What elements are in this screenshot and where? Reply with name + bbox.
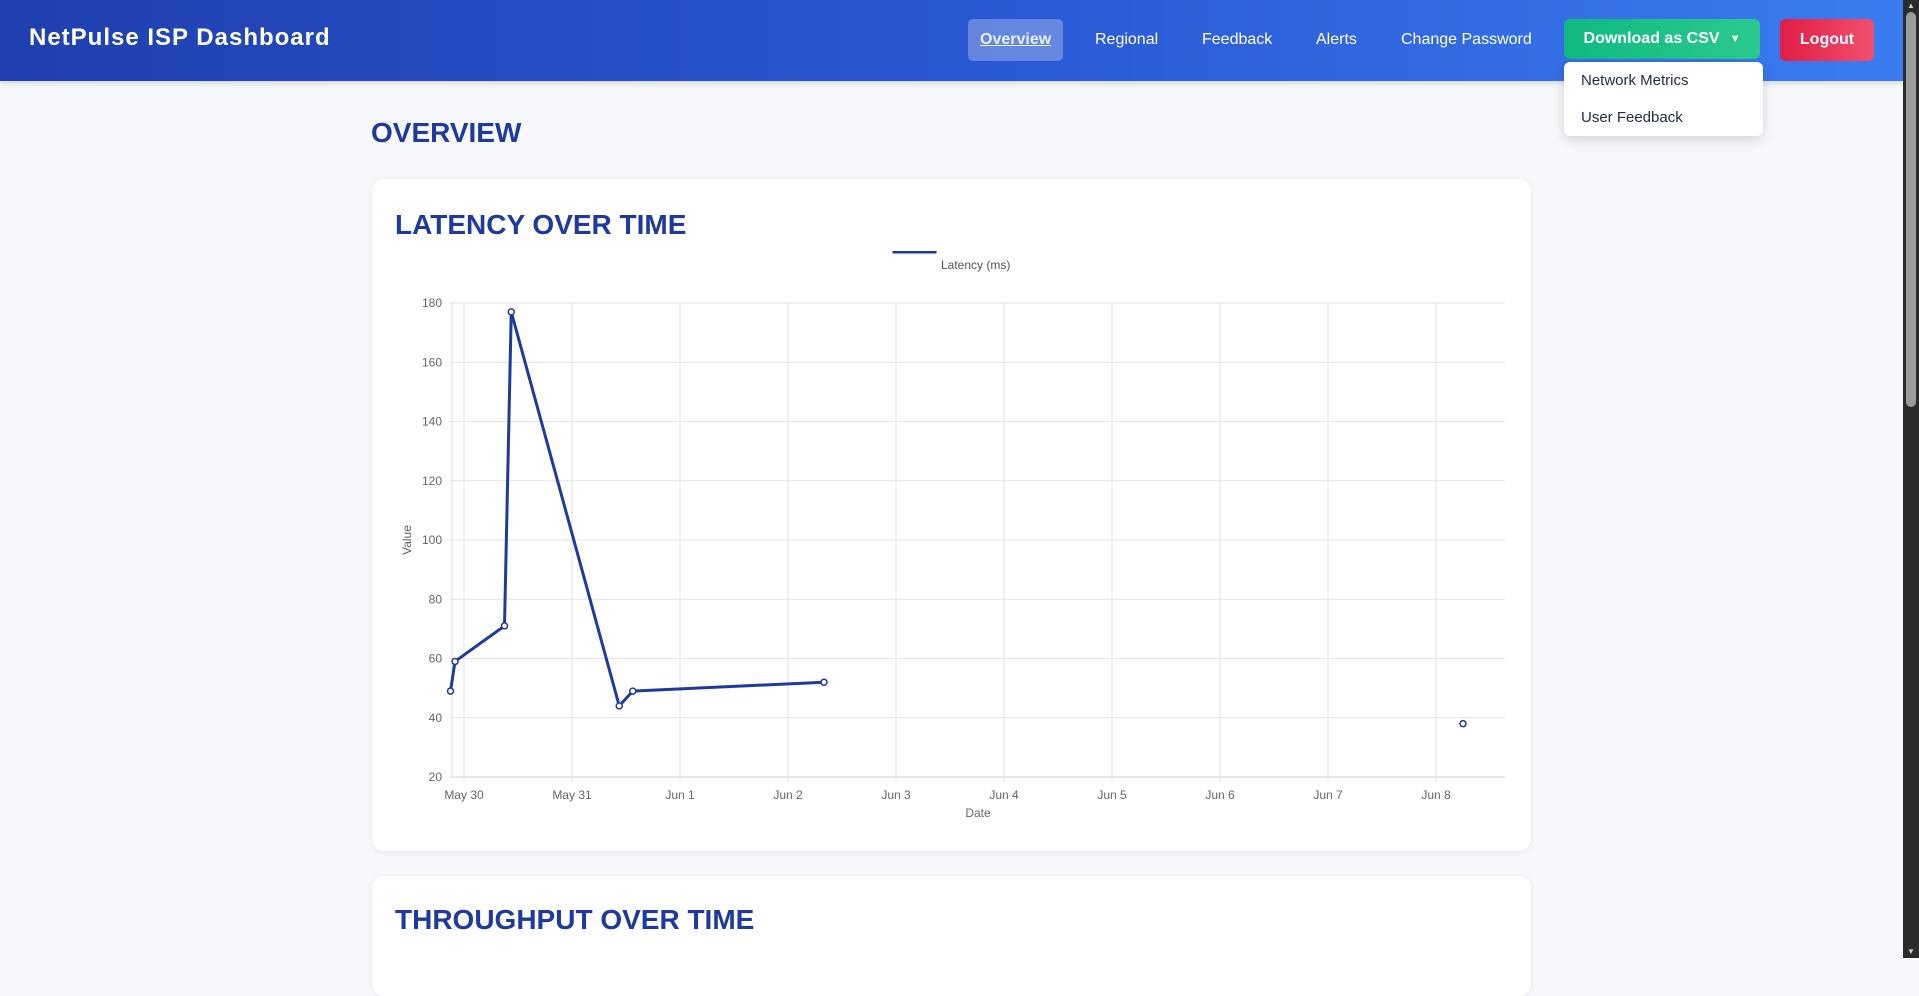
x-tick-label: Jun 7 (1313, 788, 1343, 802)
download-csv-label: Download as CSV (1583, 30, 1720, 47)
download-csv-button[interactable]: Download as CSV ▼ (1564, 19, 1760, 59)
x-tick-label: Jun 2 (773, 788, 803, 802)
x-tick-label: Jun 3 (881, 788, 911, 802)
latency-data-point (820, 678, 828, 686)
legend-swatch (892, 251, 937, 254)
page-scrollbar[interactable]: ▲ ▼ (1903, 0, 1919, 958)
y-tick-label: 100 (422, 533, 442, 547)
x-tick-label: Jun 8 (1421, 788, 1451, 802)
nav-alerts[interactable]: Alerts (1304, 19, 1369, 61)
latency-data-point (507, 308, 515, 316)
throughput-card: THROUGHPUT OVER TIME (372, 876, 1531, 996)
logout-button[interactable]: Logout (1780, 19, 1874, 61)
latency-card-title: LATENCY OVER TIME (395, 209, 687, 240)
throughput-card-title: THROUGHPUT OVER TIME (395, 904, 755, 935)
y-tick-label: 20 (429, 770, 443, 784)
x-tick-label: Jun 1 (665, 788, 695, 802)
x-tick-label: Jun 4 (989, 788, 1019, 802)
y-tick-label: 60 (429, 652, 443, 666)
app-title: NetPulse ISP Dashboard (29, 24, 331, 51)
latency-data-point (615, 702, 623, 710)
latency-data-point (500, 622, 509, 630)
scroll-up-icon[interactable]: ▲ (1903, 0, 1919, 12)
y-tick-label: 120 (422, 474, 442, 488)
menu-item-user-feedback[interactable]: User Feedback (1581, 109, 1683, 126)
nav-regional[interactable]: Regional (1083, 19, 1170, 61)
latency-data-point (1459, 719, 1467, 728)
scroll-down-icon[interactable]: ▼ (1903, 946, 1919, 958)
x-tick-label: May 31 (552, 788, 592, 802)
y-tick-label: 180 (422, 296, 442, 310)
x-tick-label: Jun 6 (1205, 788, 1235, 802)
download-menu: Network Metrics User Feedback (1564, 62, 1763, 136)
y-tick-label: 40 (429, 711, 443, 725)
nav-change-password[interactable]: Change Password (1389, 19, 1544, 61)
x-tick-label: May 30 (444, 788, 484, 802)
menu-item-network-metrics[interactable]: Network Metrics (1581, 72, 1689, 89)
latency-chart: Latency (ms)18016014012010080604020May 3… (400, 251, 1505, 820)
latency-series-line (451, 312, 1464, 724)
latency-data-point (451, 657, 459, 666)
scroll-thumb[interactable] (1906, 12, 1916, 407)
latency-data-point (446, 687, 455, 695)
y-tick-label: 80 (429, 592, 443, 606)
latency-card: LATENCY OVER TIME Latency (ms) 180 160 140 1… (372, 179, 1531, 851)
y-tick-label: 140 (422, 415, 442, 429)
caret-down-icon: ▼ (1729, 33, 1741, 45)
nav-overview[interactable]: Overview (968, 19, 1064, 61)
latency-data-point (629, 687, 637, 695)
x-tick-label: Jun 5 (1097, 788, 1127, 802)
x-axis-title: Date (965, 806, 991, 820)
y-tick-label: 160 (422, 355, 442, 369)
page-title: OVERVIEW (371, 117, 522, 148)
nav-feedback[interactable]: Feedback (1190, 19, 1284, 61)
y-axis-title: Value (400, 525, 414, 555)
legend-label: Latency (ms) (941, 258, 1010, 272)
